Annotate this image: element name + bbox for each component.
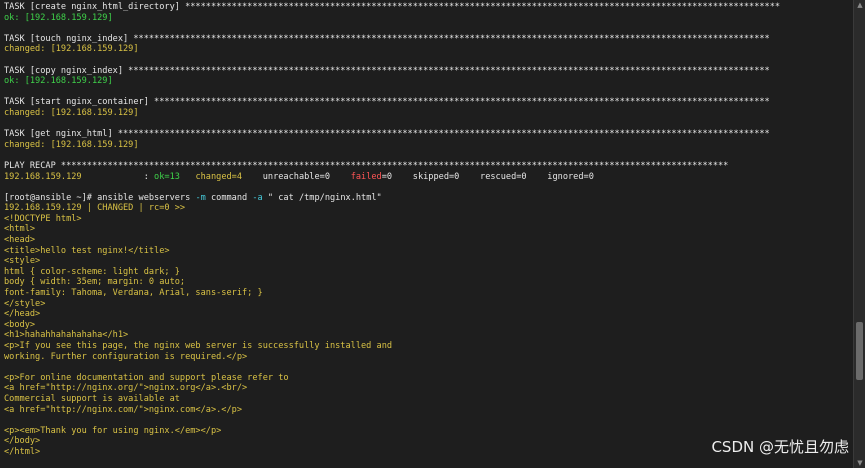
terminal-text: 192.168.159.129 | CHANGED | rc=0 >> <box>4 203 186 214</box>
terminal-text: ok: [192.168.159.129] <box>4 12 113 23</box>
terminal-line: TASK [create nginx_html_directory] *****… <box>4 2 853 13</box>
terminal-text: -m <box>195 192 206 203</box>
terminal-text: 192.168.159.129 <box>4 171 82 182</box>
terminal-text: font-family: Tahoma, Verdana, Arial, san… <box>4 288 263 299</box>
terminal-line: changed: [192.168.159.129] <box>4 140 853 151</box>
terminal-text: TASK [start nginx_container] ***********… <box>4 97 770 108</box>
scroll-down-arrow-icon[interactable]: ▼ <box>854 458 865 468</box>
terminal-line: </body> <box>4 436 853 447</box>
scroll-up-arrow-icon[interactable]: ▲ <box>854 0 865 10</box>
terminal-line: <a href="http://nginx.com/">nginx.com</a… <box>4 405 853 416</box>
terminal-text: </html> <box>4 446 41 457</box>
terminal-line: TASK [get nginx_html] ******************… <box>4 129 853 140</box>
terminal-line: <body> <box>4 320 853 331</box>
terminal-text: <head> <box>4 235 36 246</box>
terminal-text: body { width: 35em; margin: 0 auto; <box>4 277 186 288</box>
terminal-text: PLAY RECAP *****************************… <box>4 160 729 171</box>
terminal-text: =0 skipped=0 rescued=0 ignored=0 <box>381 171 594 182</box>
scroll-thumb[interactable] <box>856 322 863 380</box>
terminal-text: ok: [192.168.159.129] <box>4 76 113 87</box>
terminal-line: <a href="http://nginx.org/">nginx.org</a… <box>4 383 853 394</box>
terminal-text: ok=13 <box>154 171 180 182</box>
terminal-text: changed: [192.168.159.129] <box>4 139 139 150</box>
terminal-text: changed=4 <box>195 171 243 182</box>
terminal-line: <h1>hahahhahahahaha</h1> <box>4 330 853 341</box>
terminal-line: TASK [touch nginx_index] ***************… <box>4 34 853 45</box>
terminal-line: changed: [192.168.159.129] <box>4 108 853 119</box>
terminal-text: <body> <box>4 319 36 330</box>
terminal-line: </head> <box>4 309 853 320</box>
terminal-text: " cat /tmp/nginx.html" <box>262 192 382 203</box>
terminal-line: [root@ansible ~]# ansible webservers -m … <box>4 193 853 204</box>
terminal-text: <style> <box>4 256 41 267</box>
terminal-text: </head> <box>4 309 41 320</box>
terminal-text: failed <box>350 171 382 182</box>
terminal-text: changed: [192.168.159.129] <box>4 44 139 55</box>
terminal-text: </body> <box>4 436 41 447</box>
terminal-text: <p><em>Thank you for using nginx.</em></… <box>4 425 222 436</box>
terminal-text: <p>If you see this page, the nginx web s… <box>4 341 393 351</box>
terminal-line: <html> <box>4 224 853 235</box>
terminal-text: <title>hello test nginx!</title> <box>4 245 170 256</box>
terminal-text: <a href="http://nginx.org/">nginx.org</a… <box>4 383 248 394</box>
terminal-text: <h1>hahahhahahahaha</h1> <box>4 330 129 341</box>
terminal-text: TASK [create nginx_html_directory] *****… <box>4 2 781 12</box>
terminal-line: ok: [192.168.159.129] <box>4 76 853 87</box>
terminal-text: : <box>81 171 155 182</box>
terminal-line: font-family: Tahoma, Verdana, Arial, san… <box>4 288 853 299</box>
vertical-scrollbar[interactable]: ▲ ▼ <box>853 0 865 468</box>
terminal-line: <p><em>Thank you for using nginx.</em></… <box>4 426 853 437</box>
terminal-line: <head> <box>4 235 853 246</box>
terminal-line: TASK [copy nginx_index] ****************… <box>4 66 853 77</box>
terminal-text: Commercial support is available at <box>4 393 180 404</box>
terminal-line: <p>For online documentation and support … <box>4 373 853 384</box>
terminal-line: <p>If you see this page, the nginx web s… <box>4 341 853 352</box>
terminal-text: TASK [get nginx_html] ******************… <box>4 129 770 140</box>
terminal-text: changed: [192.168.159.129] <box>4 107 139 118</box>
terminal-line: </style> <box>4 299 853 310</box>
terminal-line: html { color-scheme: light dark; } <box>4 267 853 278</box>
terminal-text: unreachable=0 <box>242 171 351 182</box>
terminal-line: Commercial support is available at <box>4 394 853 405</box>
terminal-text: [root@ansible ~]# ansible webservers <box>4 192 196 203</box>
terminal-text: <!DOCTYPE html> <box>4 213 82 224</box>
terminal-text: </style> <box>4 298 46 309</box>
terminal-line: ok: [192.168.159.129] <box>4 13 853 24</box>
terminal-line: 192.168.159.129 : ok=13 changed=4 unreac… <box>4 172 853 183</box>
terminal-text: TASK [copy nginx_index] ****************… <box>4 65 770 76</box>
terminal-text: TASK [touch nginx_index] ***************… <box>4 33 770 44</box>
terminal-line: body { width: 35em; margin: 0 auto; <box>4 277 853 288</box>
terminal-text: working. Further configuration is requir… <box>4 351 248 362</box>
terminal-line: <!DOCTYPE html> <box>4 214 853 225</box>
terminal-text: -a <box>252 192 263 203</box>
terminal-line: TASK [start nginx_container] ***********… <box>4 97 853 108</box>
terminal-line: working. Further configuration is requir… <box>4 352 853 363</box>
terminal-text: html { color-scheme: light dark; } <box>4 266 180 277</box>
terminal-line: 192.168.159.129 | CHANGED | rc=0 >> <box>4 203 853 214</box>
terminal-text: command <box>205 192 253 203</box>
terminal-line: <style> <box>4 256 853 267</box>
terminal-line: </html> <box>4 447 853 458</box>
terminal-text: <a href="http://nginx.com/">nginx.com</a… <box>4 404 242 415</box>
terminal-output[interactable]: TASK [create nginx_html_directory] *****… <box>0 0 853 468</box>
terminal-line: changed: [192.168.159.129] <box>4 44 853 55</box>
terminal-line: PLAY RECAP *****************************… <box>4 161 853 172</box>
terminal-text: <html> <box>4 224 36 235</box>
terminal-line: <title>hello test nginx!</title> <box>4 246 853 257</box>
terminal-text: <p>For online documentation and support … <box>4 372 289 383</box>
